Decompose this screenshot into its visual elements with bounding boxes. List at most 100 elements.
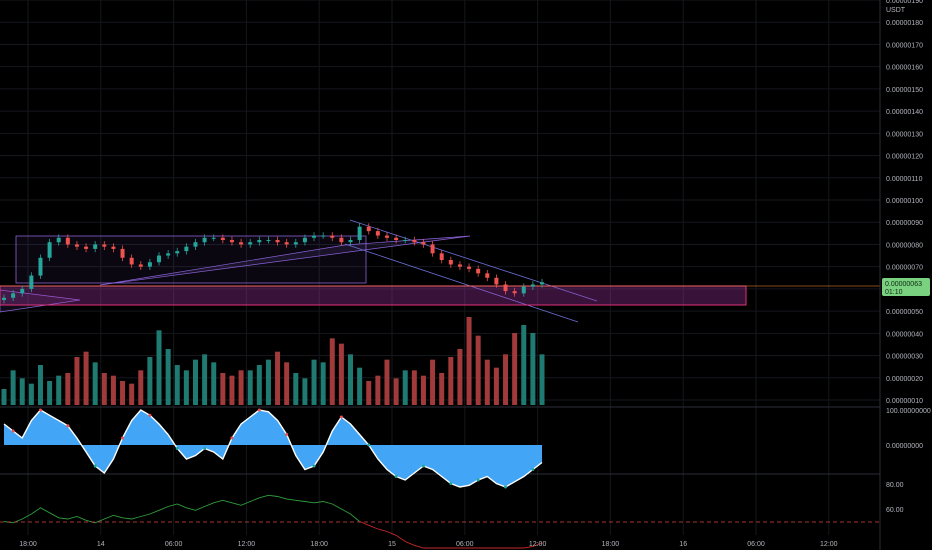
volume-bar <box>475 335 481 405</box>
price-tick-label: 0.00000030 <box>886 354 923 361</box>
volume-bar <box>120 381 126 405</box>
candle-body <box>175 251 180 254</box>
volume-bar <box>202 354 208 405</box>
oscillator-tick-label: 100.00000000 <box>886 408 931 415</box>
time-tick-label: 14 <box>97 541 105 548</box>
price-tick-label: 0.00000140 <box>886 109 923 116</box>
candle-body <box>129 257 134 265</box>
candle-body <box>138 264 143 267</box>
price-tick-label: 0.00000110 <box>886 176 923 183</box>
oscillator-marker <box>121 436 125 440</box>
candle-body <box>512 291 517 294</box>
candle-body <box>220 237 225 240</box>
candle-body <box>384 235 389 238</box>
price-tick-label: 0.00000090 <box>886 220 923 227</box>
oscillator-marker <box>93 464 97 468</box>
candle-body <box>2 297 6 300</box>
candle-body <box>120 248 125 258</box>
volume-bar <box>484 359 490 405</box>
candle-body <box>439 253 444 260</box>
volume-bar <box>466 317 472 405</box>
last-price-value: 0.00000063 <box>885 281 922 288</box>
oscillator-marker <box>175 447 179 450</box>
candle-body <box>211 237 216 239</box>
price-tick-label: 0.00000080 <box>886 242 923 249</box>
volume-bar <box>448 357 454 405</box>
candle-body <box>412 240 417 243</box>
volume-bar <box>28 383 34 405</box>
time-tick-label: 16 <box>679 541 687 548</box>
oscillator-marker <box>285 433 289 436</box>
price-tick-label: 0.00000150 <box>886 87 923 94</box>
candle-body <box>166 253 171 256</box>
volume-bar <box>129 383 135 405</box>
oscillator-marker <box>38 408 42 412</box>
volume-bar <box>56 375 62 405</box>
candle-body <box>29 275 34 289</box>
trading-chart[interactable]: USDT 0.00000190 0.00000180 0.00000170 0.000… <box>0 0 932 550</box>
volume-bar <box>493 367 499 405</box>
candle-body <box>102 244 107 247</box>
price-tick-label: 0.00000070 <box>886 265 923 272</box>
candle-body <box>485 273 490 278</box>
price-tick-label: 0.00000180 <box>886 20 923 27</box>
volume-bar <box>1 389 7 405</box>
volume-bar <box>174 365 180 405</box>
volume-bar <box>320 362 326 405</box>
candle-body <box>357 226 362 240</box>
volume-bar <box>357 367 363 405</box>
volume-bar <box>503 354 509 405</box>
volume-bar <box>411 370 417 405</box>
price-tick-label: 0.00000010 <box>886 398 923 405</box>
volume-bar <box>47 381 53 405</box>
oscillator-marker <box>148 413 152 417</box>
volume-bar <box>521 325 527 405</box>
volume-bar <box>348 354 354 405</box>
time-tick-label: 12:00 <box>820 541 838 548</box>
volume-bar <box>375 375 381 405</box>
volume-bar <box>238 370 244 405</box>
volume-bar <box>284 362 290 405</box>
candle-body <box>284 242 289 245</box>
volume-bar <box>10 370 16 405</box>
candle-body <box>375 231 380 236</box>
time-tick-label: 12:00 <box>529 541 547 548</box>
price-tick-label: 0.00000100 <box>886 198 923 205</box>
rsi-tick-label: 60.00 <box>886 507 904 514</box>
candle-body <box>494 277 499 285</box>
time-tick-label: 06:00 <box>747 541 765 548</box>
volume-bar <box>83 351 89 405</box>
volume-bar <box>247 370 253 405</box>
oscillator-marker <box>531 468 535 471</box>
support-zone-rectangle[interactable] <box>0 285 747 306</box>
candle-body <box>339 237 344 243</box>
candle-body <box>184 246 189 252</box>
candle-body <box>467 266 472 269</box>
price-tick-label: 0.00000120 <box>886 154 923 161</box>
candle-body <box>540 282 544 285</box>
volume-bar <box>420 375 426 405</box>
candle-body <box>47 242 52 258</box>
volume-bar <box>275 351 281 405</box>
bar-countdown: 01:10 <box>885 289 903 296</box>
volume-bar <box>110 375 116 405</box>
candle-body <box>275 240 280 243</box>
price-tick-label: 0.00000130 <box>886 131 923 138</box>
volume-bar <box>74 357 80 405</box>
volume-bar <box>37 365 43 405</box>
oscillator-marker <box>257 408 261 412</box>
oscillator-marker <box>339 415 343 419</box>
price-axis-panel[interactable] <box>880 0 932 550</box>
price-tick-label: 0.00000040 <box>886 331 923 338</box>
candle-body <box>457 264 462 267</box>
candle-body <box>20 288 25 294</box>
candle-body <box>430 244 435 254</box>
volume-bar <box>220 373 226 405</box>
price-tick-label: 0.00000190 <box>886 0 923 5</box>
oscillator-marker <box>203 447 207 450</box>
time-tick-label: 06:00 <box>456 541 474 548</box>
volume-bar <box>338 343 344 405</box>
volume-bar <box>311 359 317 405</box>
candle-body <box>403 240 408 241</box>
time-tick-label: 12:00 <box>238 541 256 548</box>
